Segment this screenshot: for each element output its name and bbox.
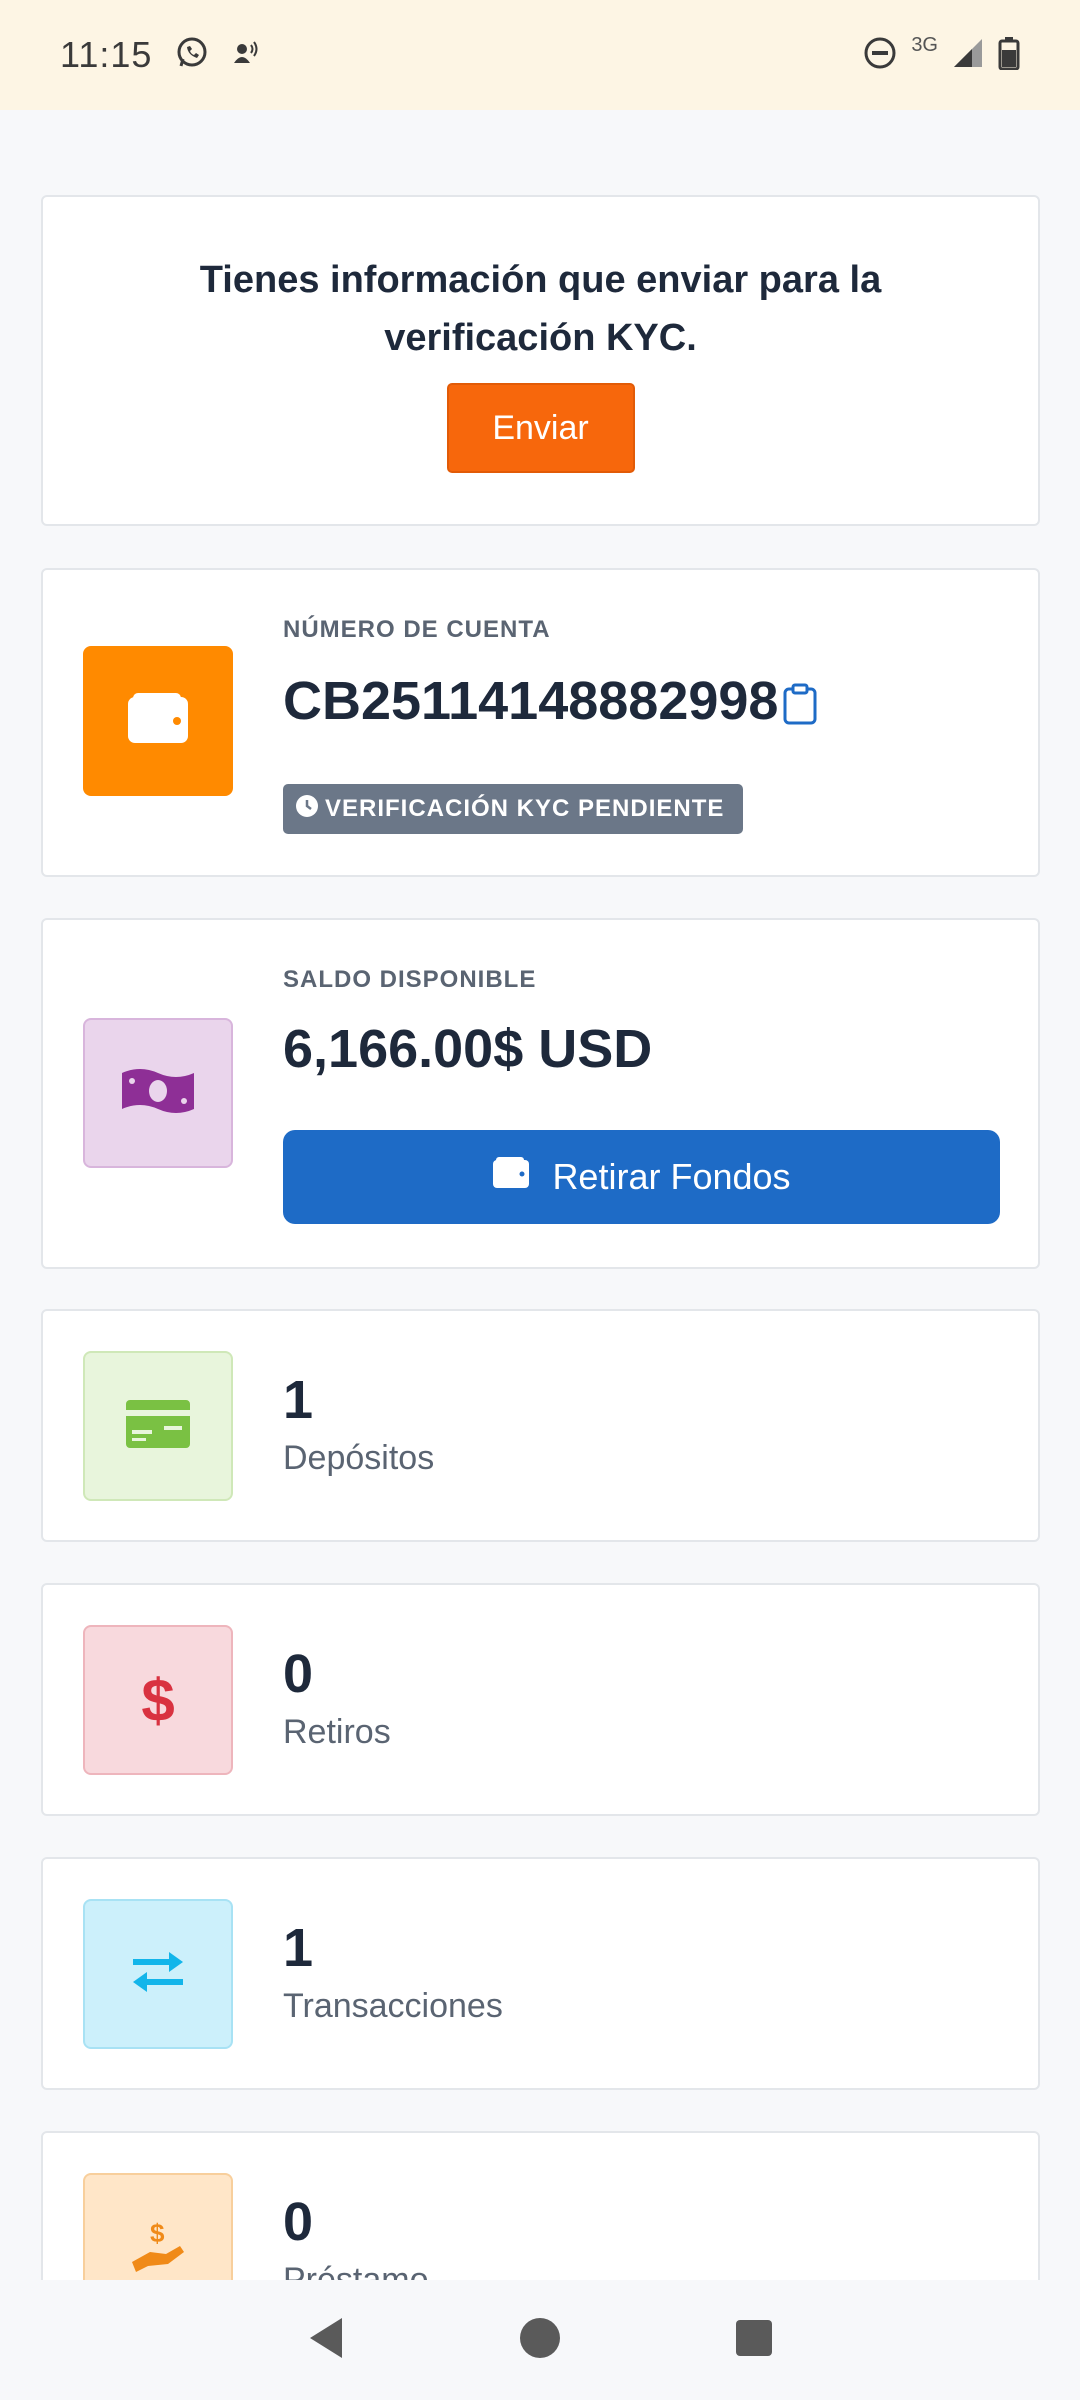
system-navigation-bar xyxy=(0,2280,1080,2400)
account-number-value: CB25114148882998 xyxy=(283,671,779,731)
deposits-icon-box xyxy=(83,1351,233,1501)
kyc-status-badge: VERIFICACIÓN KYC PENDIENTE xyxy=(283,784,743,834)
back-icon[interactable] xyxy=(306,2316,346,2365)
withdraw-funds-label: Retirar Fondos xyxy=(552,1156,791,1197)
status-bar: 11:15 3G xyxy=(0,0,1080,110)
transactions-count: 1 xyxy=(283,1918,314,1978)
withdrawals-count: 0 xyxy=(283,1644,314,1704)
withdrawals-icon-box: $ xyxy=(83,1625,233,1775)
balance-card: SALDO DISPONIBLE 6,166.00$ USD Retirar F… xyxy=(41,918,1040,1269)
withdrawals-label: Retiros xyxy=(283,1713,391,1751)
kyc-status-text: VERIFICACIÓN KYC PENDIENTE xyxy=(325,795,725,822)
balance-amount: 6,166.00$ USD xyxy=(283,1019,653,1079)
credit-card-icon xyxy=(126,1399,190,1453)
stat-card-withdrawals[interactable]: $ 0 Retiros xyxy=(41,1583,1040,1816)
signal-icon xyxy=(952,37,984,74)
kyc-notice-card: Tienes información que enviar para la ve… xyxy=(41,195,1040,526)
send-kyc-button[interactable]: Enviar xyxy=(446,383,635,473)
clock-icon xyxy=(295,794,319,825)
battery-icon xyxy=(998,36,1020,75)
transactions-icon-box xyxy=(83,1899,233,2049)
stat-card-loan[interactable]: $ 0 Préstamo xyxy=(41,2131,1040,2280)
do-not-disturb-icon xyxy=(863,36,897,75)
transactions-label: Transacciones xyxy=(283,1987,503,2025)
deposits-label: Depósitos xyxy=(283,1439,435,1477)
home-icon[interactable] xyxy=(518,2316,562,2365)
loan-label: Préstamo xyxy=(283,2261,429,2280)
exchange-arrows-icon xyxy=(129,1950,187,1999)
account-icon-box xyxy=(83,646,233,796)
dashboard-content[interactable]: Tienes información que enviar para la ve… xyxy=(0,110,1080,2280)
account-number-value-row: CB25114148882998 xyxy=(283,670,818,738)
deposits-count: 1 xyxy=(283,1370,314,1430)
voice-notification-icon xyxy=(232,39,260,72)
copy-icon[interactable] xyxy=(782,676,818,738)
balance-icon-box xyxy=(83,1018,233,1168)
banknote-icon xyxy=(118,1063,198,1124)
loan-icon-box: $ xyxy=(83,2173,233,2280)
wallet-icon xyxy=(492,1156,530,1198)
whatsapp-icon xyxy=(174,35,210,76)
dollar-icon: $ xyxy=(141,1666,175,1734)
balance-label: SALDO DISPONIBLE xyxy=(283,966,537,993)
stat-card-transactions[interactable]: 1 Transacciones xyxy=(41,1857,1040,2090)
account-number-label: NÚMERO DE CUENTA xyxy=(283,616,551,643)
kyc-notice-message: Tienes información que enviar para la ve… xyxy=(199,259,882,359)
network-type: 3G xyxy=(911,33,938,56)
withdraw-funds-button[interactable]: Retirar Fondos xyxy=(283,1130,1000,1224)
loan-count: 0 xyxy=(283,2192,314,2252)
svg-text:$: $ xyxy=(150,2218,165,2248)
account-number-card: NÚMERO DE CUENTA CB25114148882998 VERIFI… xyxy=(41,568,1040,877)
hand-dollar-icon: $ xyxy=(128,2216,188,2281)
wallet-icon xyxy=(127,692,189,750)
status-time: 11:15 xyxy=(60,34,153,75)
recents-icon[interactable] xyxy=(734,2318,774,2363)
stat-card-deposits[interactable]: 1 Depósitos xyxy=(41,1309,1040,1542)
